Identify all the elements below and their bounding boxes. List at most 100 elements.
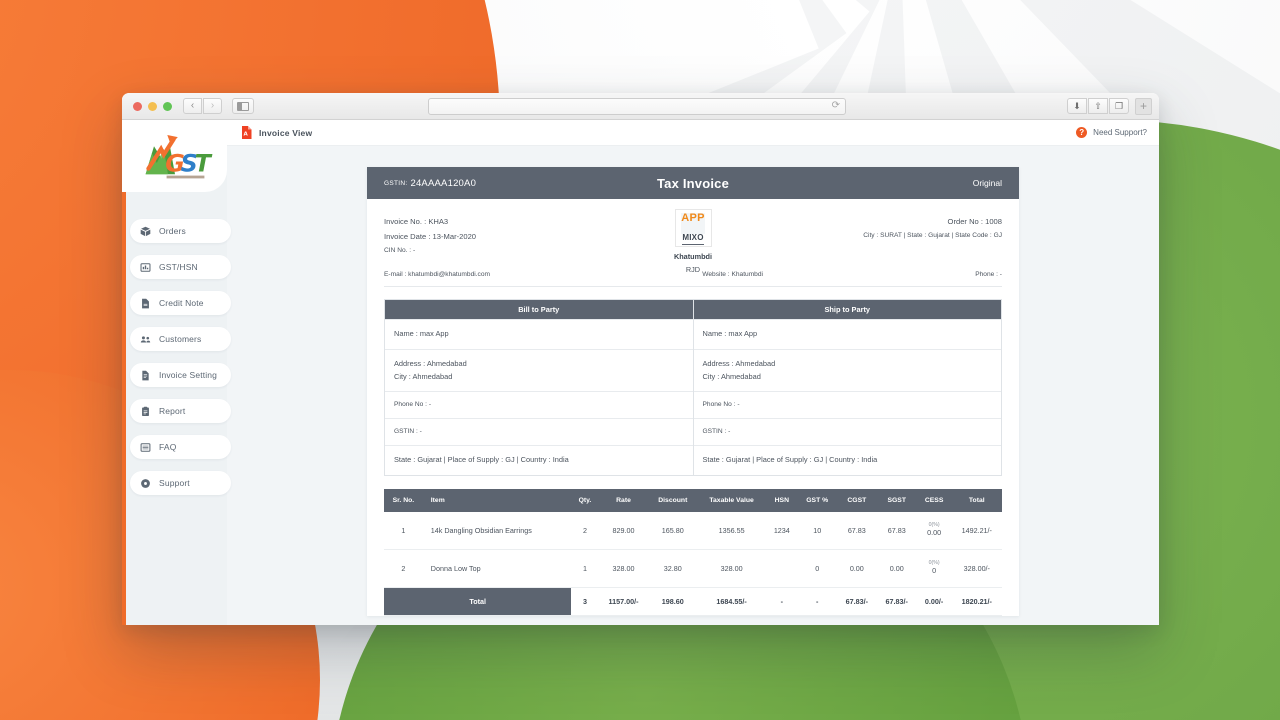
total-discount: 198.60 [648, 587, 698, 617]
table-total-row: Total 3 1157.00/- 198.60 1684.55/- - - 6… [384, 587, 1002, 617]
browser-window: ‹ › ⟳ ⬇ ⇧ ❐ + G S T Orders GST/HSN Credi… [122, 93, 1159, 625]
cell-rate: 328.00 [598, 549, 649, 589]
party-phone-cell: Phone No : - [693, 391, 1001, 418]
party-state-cell: State : Gujarat | Place of Supply : GJ |… [693, 445, 1001, 474]
party-address-cell: Address : Ahmedabad City : Ahmedabad [693, 348, 1001, 391]
sidebar-item-report[interactable]: Report [130, 399, 231, 423]
col-cgst: CGST [836, 488, 877, 512]
table-row: 2 Donna Low Top 1 328.00 32.80 328.00 0 … [384, 549, 1002, 589]
cell-taxable-value: 328.00 [697, 549, 767, 589]
sidebar-item-credit-note[interactable]: Credit Note [130, 291, 231, 315]
party-heading: Bill to Party [385, 300, 693, 320]
sidebar-accent-strip [122, 120, 126, 625]
page-title-group: A Invoice View [241, 126, 312, 139]
close-window-button[interactable] [133, 101, 142, 111]
party-gstin-cell: GSTIN : - [385, 418, 693, 445]
line-items-table: Sr. No. Item Qty. Rate Discount Taxable … [384, 488, 1002, 617]
sidebar-item-label: Invoice Setting [159, 370, 218, 380]
party-address: Address : Ahmedabad [702, 358, 776, 368]
document-icon [142, 298, 149, 308]
sidebar-item-gst-hsn[interactable]: GST/HSN [130, 255, 231, 279]
sidebar-item-label: Support [159, 478, 190, 488]
cell-cgst: 67.83 [836, 511, 877, 550]
total-amount: 1820.21/- [951, 587, 1002, 617]
minimize-window-button[interactable] [148, 101, 157, 111]
pdf-file-icon: A [242, 126, 252, 139]
sidebar-item-invoice-setting[interactable]: Invoice Setting [130, 363, 231, 387]
cell-total: 1492.21/- [951, 511, 1002, 550]
download-icon[interactable]: ⬇ [1067, 98, 1087, 114]
sidebar-item-customers[interactable]: Customers [130, 327, 231, 351]
col-item: Item [422, 488, 572, 512]
total-hsn: - [766, 587, 798, 617]
file-icon [142, 370, 149, 380]
reload-icon[interactable]: ⟳ [832, 101, 840, 111]
cell-gst-pct: 0 [797, 549, 837, 589]
order-number: Order No : 1008 [947, 217, 1002, 226]
total-qty: 3 [571, 587, 599, 617]
need-support-button[interactable]: ? Need Support? [1076, 127, 1147, 138]
app-sidebar: G S T Orders GST/HSN Credit Note Custome… [122, 120, 231, 625]
cell-cess: 0(%) 0.00 [916, 511, 952, 550]
clipboard-icon [142, 406, 149, 416]
navigation-buttons[interactable]: ‹ › [183, 98, 222, 114]
table-head: Sr. No. Item Qty. Rate Discount Taxable … [384, 488, 1002, 512]
sidebar-item-label: Customers [159, 334, 202, 344]
seller-website: Website : Khatumbdi [702, 271, 763, 279]
cell-hsn [766, 549, 798, 589]
app-content: A Invoice View ? Need Support? GSTIN: 24… [227, 120, 1159, 625]
sidebar-toggle-icon[interactable] [232, 98, 254, 114]
invoice-title: Tax Invoice [656, 175, 730, 191]
sidebar-item-orders[interactable]: Orders [130, 219, 231, 243]
cell-sr-no: 1 [384, 511, 423, 550]
col-gst-pct: GST % [797, 488, 837, 512]
total-cgst: 67.83/- [836, 587, 877, 617]
maximize-window-button[interactable] [163, 101, 172, 111]
share-icon[interactable]: ⇧ [1088, 98, 1108, 114]
party-phone: Phone No : - [702, 401, 740, 408]
cell-sr-no: 2 [384, 549, 423, 589]
seller-location: City : SURAT | State : Gujarat | State C… [863, 231, 1002, 239]
invoice-contact-row: E-mail : khatumbdi@khatumbdi.com Website… [384, 257, 1002, 288]
svg-text:A: A [244, 132, 249, 138]
svg-text:T: T [194, 149, 212, 177]
cell-sgst: 67.83 [876, 511, 917, 550]
cell-rate: 829.00 [598, 511, 649, 550]
back-button[interactable]: ‹ [183, 98, 202, 114]
party-gstin: GSTIN : - [394, 428, 422, 436]
sidebar-item-label: Credit Note [159, 298, 204, 308]
address-bar[interactable]: ⟳ [428, 97, 846, 115]
invoice-date: Invoice Date : 13-Mar-2020 [384, 231, 477, 241]
table-row: 1 14k Dangling Obsidian Earrings 2 829.0… [384, 511, 1002, 550]
cin-number: CIN No. : - [384, 246, 416, 254]
window-controls[interactable] [133, 101, 172, 111]
invoice-canvas: GSTIN: 24AAAA120A0 Tax Invoice Original … [227, 146, 1159, 625]
total-taxable-value: 1684.55/- [697, 587, 767, 617]
party-city: City : Ahmedabad [394, 372, 453, 382]
invoice-meta: Invoice No. : KHA3 Invoice Date : 13-Mar… [384, 199, 1002, 274]
new-tab-button[interactable]: + [1135, 97, 1152, 115]
party-gstin-cell: GSTIN : - [693, 418, 1001, 445]
tabs-icon[interactable]: ❐ [1109, 98, 1129, 114]
party-phone: Phone No : - [394, 401, 432, 408]
seller-email: E-mail : khatumbdi@khatumbdi.com [384, 271, 491, 279]
chart-image-icon [140, 262, 151, 272]
forward-button[interactable]: › [203, 98, 222, 114]
ship-to-party: Ship to Party Name : max App Address : A… [693, 299, 1002, 476]
col-rate: Rate [598, 488, 649, 512]
sidebar-item-label: Report [159, 406, 186, 416]
app-logo-card[interactable]: G S T [122, 120, 227, 192]
sidebar-item-support[interactable]: Support [130, 471, 231, 495]
cell-item: Donna Low Top [422, 549, 572, 589]
invoice-meta-left: Invoice No. : KHA3 Invoice Date : 13-Mar… [384, 215, 476, 257]
sidebar-item-faq[interactable]: FAQ [130, 435, 231, 459]
party-phone-cell: Phone No : - [385, 391, 693, 418]
sidebar-item-label: FAQ [159, 442, 177, 452]
party-name: Name : max App [394, 329, 449, 339]
invoice-header: GSTIN: 24AAAA120A0 Tax Invoice Original [367, 167, 1019, 199]
cell-sgst: 0.00 [876, 549, 917, 589]
page-title: Invoice View [259, 127, 313, 138]
total-sgst: 67.83/- [876, 587, 917, 617]
question-mark-icon: ? [1076, 127, 1088, 138]
gst-logo-icon: G S T [145, 135, 212, 179]
